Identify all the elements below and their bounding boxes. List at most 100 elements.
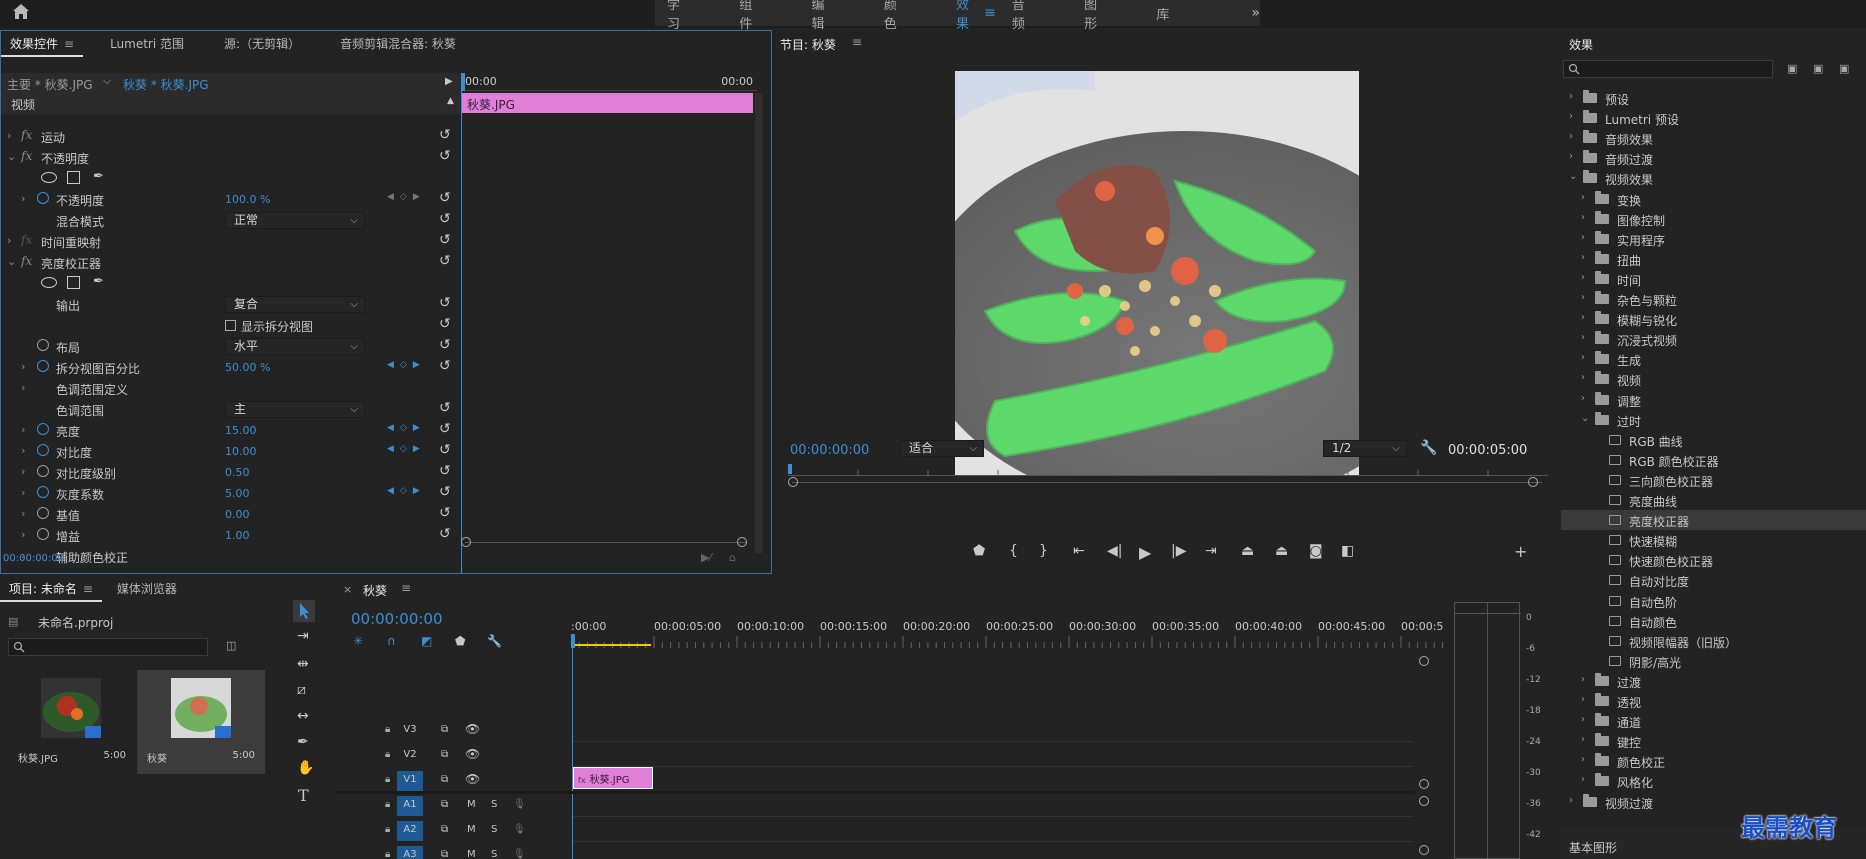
lock-icon[interactable]: 🔒︎ [385,724,390,735]
tab-project[interactable]: 项目: 未命名 ≡ [0,576,102,602]
track-header[interactable]: 🔒︎ A2 ⧉ M S 🎙︎ [335,819,571,843]
eye-icon[interactable]: 👁︎ [465,747,480,761]
play-clip-icon[interactable]: ▶ [445,76,453,87]
effect-row[interactable]: › 不透明度 100.0 % ◀◇▶ ↺ [1,189,458,210]
param-value[interactable]: 10.00 [225,445,257,458]
track-name[interactable]: A2 [397,821,423,841]
chevron-right-icon[interactable]: › [1569,91,1573,102]
fit-dropdown[interactable]: 适合 ⌵ [900,440,984,457]
reset-icon[interactable]: ↺ [439,232,451,248]
effects-folder[interactable]: › 沉浸式视频 [1561,329,1866,349]
track-header[interactable]: 🔒︎ V3 ⧉ 👁︎ [335,719,571,743]
chevron-right-icon[interactable]: › [1569,795,1573,806]
expand-caret-icon[interactable]: › [21,423,25,436]
export-frame-icon[interactable]: ▶⁄ [701,551,711,564]
chevron-right-icon[interactable]: › [1581,272,1585,283]
keyframe-nav-icon[interactable]: ◀◇▶ [387,360,426,370]
timeline-menu-icon[interactable]: ≡ [401,581,411,595]
yuv-effects-icon[interactable]: ▣ [1839,62,1849,75]
video-audio-separator[interactable] [335,791,1415,794]
chevron-right-icon[interactable]: › [1581,292,1585,303]
v-scroll-handle[interactable] [1419,779,1429,789]
effect-row[interactable]: 混合模式 正常 ⌵ ↺ [1,210,458,231]
panel-menu-icon[interactable]: ≡ [83,582,93,596]
effect-row[interactable]: 布局 水平 ⌵ ↺ [1,336,458,357]
stopwatch-icon[interactable] [37,465,49,477]
chevron-right-icon[interactable]: › [1581,252,1585,263]
effects-folder[interactable]: › 图像控制 [1561,209,1866,229]
chevron-right-icon[interactable]: › [1581,694,1585,705]
program-zoom-handle-left[interactable] [788,477,798,487]
mute-button[interactable]: M [467,849,476,859]
param-value[interactable]: 5.00 [225,487,250,500]
sync-lock-icon[interactable]: ⧉ [441,774,448,785]
effect-row[interactable]: › 对比度级别 0.50 ↺ [1,462,458,483]
workspace-assembly[interactable]: 组件 [709,0,781,32]
reset-icon[interactable]: ↺ [439,148,451,164]
accelerated-effects-icon[interactable]: ▣ [1787,62,1797,75]
reset-icon[interactable]: ↺ [439,337,451,353]
track-header[interactable]: 🔒︎ V1 ⧉ 👁︎ [335,769,571,793]
chevron-right-icon[interactable]: › [1581,393,1585,404]
param-value[interactable]: 0.50 [225,466,250,479]
checkbox[interactable] [225,320,236,331]
sync-lock-icon[interactable]: ⧉ [441,724,448,735]
effect-item[interactable]: 视频限幅器（旧版） [1561,631,1866,651]
zoom-scrollbar[interactable] [465,542,747,543]
param-dropdown[interactable]: 水平 ⌵ [225,338,365,355]
stopwatch-icon[interactable] [37,423,49,435]
sync-lock-icon[interactable]: ⧉ [441,799,448,810]
solo-button[interactable]: S [491,799,497,810]
pen-icon[interactable]: ✒ [297,734,309,750]
stopwatch-icon[interactable] [37,192,49,204]
program-preview-image[interactable] [955,71,1359,475]
expand-caret-icon[interactable]: › [21,465,25,478]
project-search-input[interactable] [8,638,208,656]
playhead[interactable] [461,73,465,91]
effects-folder[interactable]: › Lumetri 预设 [1561,108,1866,128]
track-name[interactable]: V2 [397,746,423,766]
timeline-timecode[interactable]: 00:00:00:00 [351,610,443,628]
microphone-icon[interactable]: 🎙︎ [513,849,526,859]
type-tool-icon[interactable]: T [298,786,309,805]
chevron-right-icon[interactable]: › [1581,332,1585,343]
program-zoom-bar[interactable] [792,482,1542,483]
effects-folder[interactable]: › 风格化 [1561,771,1866,791]
new-bin-icon[interactable]: ◫ [226,639,236,652]
lock-icon[interactable]: 🔒︎ [385,799,390,810]
mark-in-icon[interactable]: { [1009,543,1018,559]
stopwatch-icon[interactable] [37,486,49,498]
vertical-scrollbar[interactable] [755,93,763,553]
param-value[interactable]: 50.00 % [225,361,270,374]
program-timecode[interactable]: 00:00:00:00 [790,443,869,458]
expand-caret-icon[interactable]: › [21,360,25,373]
add-button-icon[interactable]: + [1514,542,1527,561]
microphone-icon[interactable]: 🎙︎ [513,799,526,810]
effect-row[interactable]: › 增益 1.00 ↺ [1,525,458,546]
param-dropdown[interactable]: 正常 ⌵ [225,212,365,229]
microphone-icon[interactable]: 🎙︎ [513,824,526,835]
chevron-right-icon[interactable]: › [1581,734,1585,745]
param-value[interactable]: 100.0 % [225,193,270,206]
workspace-overflow-icon[interactable]: » [1251,5,1260,21]
expand-caret-icon[interactable]: › [21,486,25,499]
slip-icon[interactable]: ↔ [297,708,309,724]
effects-folder[interactable]: › 音频效果 [1561,128,1866,148]
fx-badge-icon[interactable]: fx [21,254,32,268]
param-value[interactable]: 15.00 [225,424,257,437]
track-header[interactable]: 🔒︎ A3 ⧉ M S 🎙︎ [335,844,571,859]
effects-folder[interactable]: › 变换 [1561,189,1866,209]
add-marker-icon[interactable]: ⬟ [973,543,985,559]
expand-caret-icon[interactable]: › [21,192,25,205]
chevron-right-icon[interactable]: › [1581,232,1585,243]
chevron-right-icon[interactable]: › [1581,312,1585,323]
sync-lock-icon[interactable]: ⧉ [441,849,448,859]
ellipse-mask-icon[interactable] [41,172,57,183]
expand-caret-icon[interactable]: › [21,528,25,541]
chevron-down-icon[interactable]: ⌄ [1569,171,1577,182]
active-clip-label[interactable]: 秋葵 * 秋葵.JPG [123,76,209,93]
project-item-selected[interactable]: 秋葵 5:00 [137,670,265,774]
tab-audio-clip-mixer[interactable]: 音频剪辑混合器: 秋葵 [331,31,465,57]
keyframe-nav-icon[interactable]: ◀◇▶ [387,486,426,496]
effect-row[interactable]: › 亮度 15.00 ◀◇▶ ↺ [1,420,458,441]
